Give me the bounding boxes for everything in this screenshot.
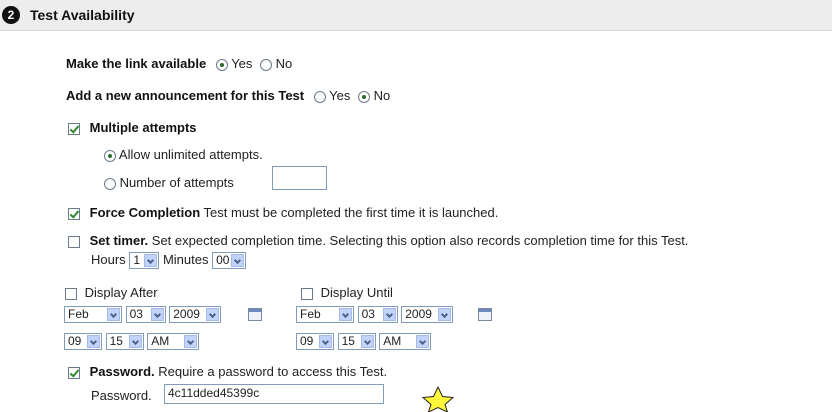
minutes-label: Minutes bbox=[162, 252, 209, 267]
minutes-select[interactable]: 00 bbox=[212, 252, 247, 270]
display-after-date: Feb 03 2009 bbox=[64, 306, 222, 324]
timer-label: Set timer. bbox=[89, 233, 149, 248]
availability-no-radio[interactable] bbox=[260, 58, 273, 71]
availability-row: Make the link available Yes No bbox=[66, 56, 292, 71]
hours-value: 1 bbox=[133, 253, 140, 268]
announcement-yes-radio[interactable] bbox=[313, 90, 326, 103]
number-attempts-radio[interactable] bbox=[104, 177, 116, 190]
announcement-label: Add a new announcement for this Test bbox=[66, 88, 305, 103]
display-after-day-select[interactable]: 03 bbox=[125, 306, 166, 324]
chevron-down-icon bbox=[128, 335, 142, 349]
number-attempts-label: Number of attempts bbox=[119, 175, 234, 190]
hours-select[interactable]: 1 bbox=[129, 252, 160, 270]
unlimited-row: Allow unlimited attempts. bbox=[104, 147, 263, 162]
chevron-down-icon bbox=[438, 308, 452, 322]
announcement-no-label: No bbox=[373, 88, 391, 103]
chevron-down-icon bbox=[416, 335, 430, 349]
step-number-icon: 2 bbox=[2, 6, 20, 24]
display-after-label: Display After bbox=[84, 285, 158, 300]
calendar-icon[interactable] bbox=[248, 308, 262, 321]
minutes-value: 00 bbox=[216, 253, 230, 268]
display-after-ampm-select[interactable]: AM bbox=[147, 333, 200, 351]
password-desc: Require a password to access this Test. bbox=[158, 364, 388, 379]
display-until-row: Display Until bbox=[301, 285, 393, 300]
availability-label: Make the link available bbox=[66, 56, 207, 71]
display-after-time: 09 15 AM bbox=[64, 333, 200, 351]
display-until-month-select[interactable]: Feb bbox=[296, 306, 354, 324]
display-until-day-select[interactable]: 03 bbox=[357, 306, 398, 324]
force-completion-checkbox[interactable] bbox=[68, 207, 80, 220]
availability-yes-radio[interactable] bbox=[215, 58, 228, 71]
chevron-down-icon bbox=[319, 335, 332, 349]
display-until-ampm-select[interactable]: AM bbox=[379, 333, 432, 351]
number-attempts-input[interactable] bbox=[272, 166, 327, 190]
unlimited-attempts-radio[interactable] bbox=[104, 149, 116, 162]
display-until-year-select[interactable]: 2009 bbox=[401, 306, 454, 324]
ampm-value: AM bbox=[383, 334, 402, 349]
calendar-icon[interactable] bbox=[478, 308, 492, 321]
password-checkbox[interactable] bbox=[68, 366, 80, 379]
attempts-label: Multiple attempts bbox=[89, 120, 197, 135]
attempts-checkbox[interactable] bbox=[68, 122, 80, 135]
minute-value: 15 bbox=[341, 334, 355, 349]
announcement-yes-label: Yes bbox=[329, 88, 351, 103]
chevron-down-icon bbox=[231, 254, 245, 268]
password-row: Password. Require a password to access t… bbox=[68, 364, 387, 379]
display-after-hour-select[interactable]: 09 bbox=[64, 333, 102, 351]
chevron-down-icon bbox=[382, 308, 396, 322]
year-value: 2009 bbox=[173, 307, 200, 322]
display-until-checkbox[interactable] bbox=[301, 287, 313, 300]
hour-value: 09 bbox=[300, 334, 314, 349]
display-after-year-select[interactable]: 2009 bbox=[169, 306, 222, 324]
chevron-down-icon bbox=[144, 254, 158, 268]
ampm-value: AM bbox=[151, 334, 170, 349]
year-value: 2009 bbox=[405, 307, 432, 322]
display-after-minute-select[interactable]: 15 bbox=[105, 333, 144, 351]
section-title: Test Availability bbox=[30, 7, 135, 23]
announcement-row: Add a new announcement for this Test Yes… bbox=[66, 88, 390, 103]
display-after-checkbox[interactable] bbox=[65, 287, 77, 300]
day-value: 03 bbox=[129, 307, 143, 322]
timer-desc: Set expected completion time. Selecting … bbox=[151, 233, 689, 248]
display-until-minute-select[interactable]: 15 bbox=[337, 333, 376, 351]
chevron-down-icon bbox=[360, 335, 374, 349]
chevron-down-icon bbox=[107, 308, 120, 322]
chevron-down-icon bbox=[339, 308, 352, 322]
display-until-label: Display Until bbox=[320, 285, 393, 300]
chevron-down-icon bbox=[87, 335, 100, 349]
password-field-label: Password. bbox=[91, 388, 152, 403]
attempts-row: Multiple attempts bbox=[68, 120, 197, 135]
display-after-month-select[interactable]: Feb bbox=[64, 306, 122, 324]
timer-checkbox[interactable] bbox=[68, 235, 80, 248]
availability-yes-label: Yes bbox=[231, 56, 253, 71]
hour-value: 09 bbox=[68, 334, 82, 349]
password-label: Password. bbox=[89, 364, 155, 379]
force-completion-row: Force Completion Test must be completed … bbox=[68, 205, 498, 220]
star-icon bbox=[421, 386, 455, 412]
chevron-down-icon bbox=[150, 308, 164, 322]
chevron-down-icon bbox=[206, 308, 220, 322]
day-value: 03 bbox=[361, 307, 375, 322]
hours-label: Hours bbox=[91, 252, 126, 267]
timer-fields: Hours 1 Minutes 00 bbox=[91, 252, 247, 270]
display-until-date: Feb 03 2009 bbox=[296, 306, 454, 324]
unlimited-attempts-label: Allow unlimited attempts. bbox=[118, 147, 263, 162]
display-after-row: Display After bbox=[65, 285, 158, 300]
force-completion-label: Force Completion bbox=[89, 205, 201, 220]
minute-value: 15 bbox=[109, 334, 123, 349]
month-value: Feb bbox=[68, 307, 89, 322]
display-until-hour-select[interactable]: 09 bbox=[296, 333, 334, 351]
number-attempts-row: Number of attempts bbox=[104, 175, 234, 190]
announcement-no-radio[interactable] bbox=[357, 90, 370, 103]
display-until-time: 09 15 AM bbox=[296, 333, 432, 351]
force-completion-desc: Test must be completed the first time it… bbox=[203, 205, 499, 220]
timer-row: Set timer. Set expected completion time.… bbox=[68, 233, 688, 248]
chevron-down-icon bbox=[184, 335, 198, 349]
password-input[interactable]: 4c11dded45399c bbox=[164, 384, 384, 404]
month-value: Feb bbox=[300, 307, 321, 322]
availability-no-label: No bbox=[275, 56, 293, 71]
